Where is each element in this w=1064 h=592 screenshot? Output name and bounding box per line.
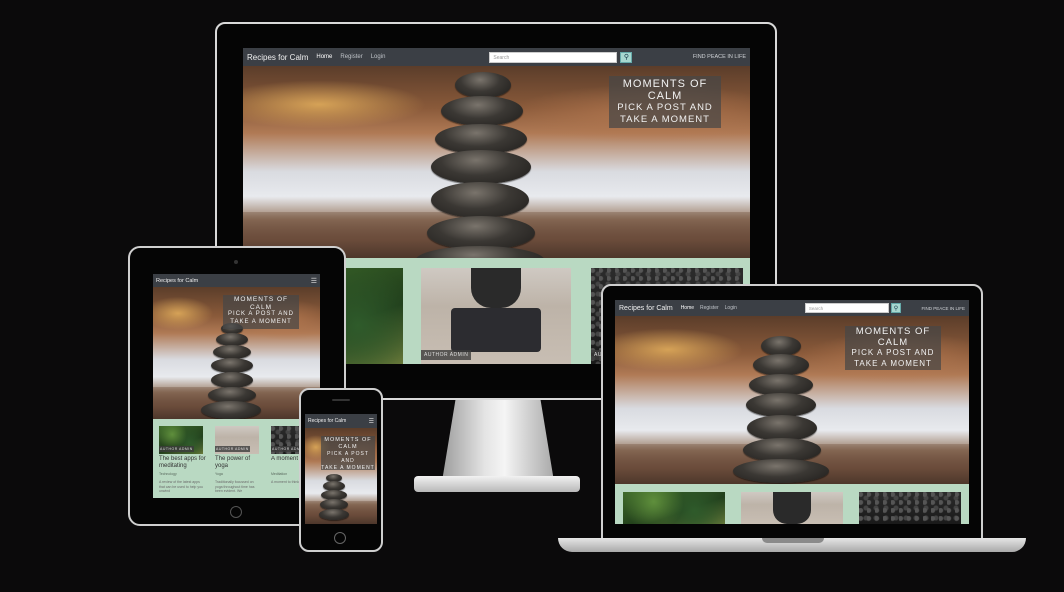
nav-links: Home Register Login (681, 305, 737, 311)
post-card-image[interactable]: AUTHOR ADMIN (159, 426, 203, 454)
hero-title-line: MOMENTS OF (233, 296, 289, 303)
stone (211, 372, 253, 388)
hero-title-line: CALM (647, 90, 683, 102)
menu-icon[interactable]: ☰ (311, 277, 317, 285)
stone (746, 393, 816, 417)
nav-link-home[interactable]: Home (316, 54, 332, 60)
phone-home-button[interactable] (334, 532, 346, 544)
navbar: Recipes for Calm Home Register Login Sea… (243, 48, 750, 66)
hero-subtitle-line: PICK A POST AND (228, 311, 294, 317)
search-button[interactable]: ⚲ (620, 51, 633, 63)
hero-image: MOMENTS OF CALM PICK A POST AND TAKE A M… (305, 428, 377, 524)
post-category: Yoga (215, 472, 223, 476)
navbar: Recipes for Calm ☰ (153, 274, 320, 287)
hero-title-line: MOMENTS OF (324, 437, 372, 443)
hero-title-line: CALM (249, 303, 273, 311)
laptop-screen: Recipes for Calm Home Register Login Sea… (615, 300, 969, 524)
navbar: Recipes for Calm Home Register Login Sea… (615, 300, 969, 316)
hero-subtitle-line: PICK A POST AND (851, 348, 935, 357)
post-title[interactable]: The best apps for meditating (159, 456, 207, 470)
post-author: AUTHOR ADMIN (421, 350, 472, 360)
hero-subtitle-line: TAKE A MOMENT (230, 318, 292, 325)
tablet-screen: Recipes for Calm ☰ MOMENTS OF CALM PICK … (153, 274, 320, 498)
monitor-base (414, 476, 580, 492)
post-category: Technology (159, 472, 177, 476)
brand-logo[interactable]: Recipes for Calm (247, 53, 308, 62)
hero-subtitle-line: PICK A POST AND (327, 451, 369, 464)
hero-overlay: MOMENTS OF CALM PICK A POST AND TAKE A M… (609, 76, 721, 128)
laptop-notch (762, 538, 824, 543)
post-card-image[interactable]: AUTHOR ADMIN (215, 426, 259, 454)
stone (441, 96, 523, 126)
post-category: Meditation (271, 472, 288, 476)
nav-link-login[interactable]: Login (371, 54, 386, 60)
tagline: FIND PEACE IN LIFE (921, 305, 965, 311)
hero-subtitle-line: TAKE A MOMENT (321, 465, 375, 471)
phone-screen: Recipes for Calm ☰ MOMENTS OF CALM PICK … (305, 414, 377, 524)
navbar: Recipes for Calm ☰ (305, 414, 377, 428)
stone (211, 358, 253, 373)
stone (761, 336, 801, 356)
hero-image: MOMENTS OF CALM PICK A POST AND TAKE A M… (615, 316, 969, 484)
post-excerpt: Traditionally focussed on yoga throughou… (215, 480, 255, 493)
nav-link-home[interactable]: Home (681, 305, 694, 311)
yoga-figure (773, 492, 811, 524)
stone (213, 345, 251, 359)
yoga-figure (471, 268, 521, 308)
tablet-camera (234, 260, 238, 264)
stone (319, 509, 349, 520)
hero-title-line: CALM (877, 336, 909, 348)
hero-overlay: MOMENTS OF CALM PICK A POST AND TAKE A M… (223, 295, 299, 329)
hero-overlay: MOMENTS OF CALM PICK A POST AND TAKE A M… (845, 326, 941, 370)
hero-subtitle-line: TAKE A MOMENT (854, 358, 932, 368)
phone-speaker (332, 399, 350, 401)
post-card-image[interactable]: AUTHOR ADMIN (421, 268, 571, 364)
stone (431, 182, 529, 218)
post-excerpt: A review of the latest apps that can be … (159, 480, 203, 493)
hero-title-line: MOMENTS OF (855, 326, 931, 337)
hero-image: MOMENTS OF CALM PICK A POST AND TAKE A M… (243, 66, 750, 258)
brand-logo[interactable]: Recipes for Calm (308, 418, 346, 424)
monitor-stand (442, 398, 554, 478)
brand-logo[interactable]: Recipes for Calm (156, 278, 198, 284)
brand-logo[interactable]: Recipes for Calm (619, 305, 673, 312)
search-icon: ⚲ (623, 54, 629, 61)
post-card-image[interactable] (859, 492, 961, 524)
stone (431, 150, 531, 184)
post-title[interactable]: The power of yoga (215, 456, 263, 470)
tagline: FIND PEACE IN LIFE (692, 54, 746, 60)
stone (201, 401, 261, 419)
post-author: AUTHOR ADMIN (159, 446, 194, 452)
search-icon: ⚲ (893, 305, 899, 312)
search-input[interactable]: Search (804, 303, 889, 313)
tablet-home-button[interactable] (230, 506, 242, 518)
hero-title-line: MOMENTS OF (622, 78, 708, 90)
search-input[interactable]: Search (489, 51, 618, 63)
stone (455, 72, 511, 98)
post-card-image[interactable] (741, 492, 843, 524)
post-author: AUTHOR ADMIN (215, 446, 250, 452)
hero-image: MOMENTS OF CALM PICK A POST AND TAKE A M… (153, 287, 320, 419)
hero-subtitle-line: PICK A POST AND (617, 102, 713, 113)
nav-link-login[interactable]: Login (725, 305, 737, 311)
stone (427, 216, 535, 250)
stone (753, 354, 809, 376)
nav-link-register[interactable]: Register (340, 54, 362, 60)
hero-overlay: MOMENTS OF CALM PICK A POST AND TAKE A M… (321, 436, 375, 471)
yoga-mat (451, 308, 541, 352)
hero-subtitle-line: TAKE A MOMENT (620, 114, 710, 125)
stone (733, 459, 829, 483)
hero-title-line: CALM (338, 444, 358, 450)
post-card-image[interactable] (623, 492, 725, 524)
search-button[interactable]: ⚲ (890, 303, 901, 313)
nav-links: Home Register Login (316, 54, 385, 60)
menu-icon[interactable]: ☰ (369, 418, 374, 425)
nav-link-register[interactable]: Register (700, 305, 719, 311)
